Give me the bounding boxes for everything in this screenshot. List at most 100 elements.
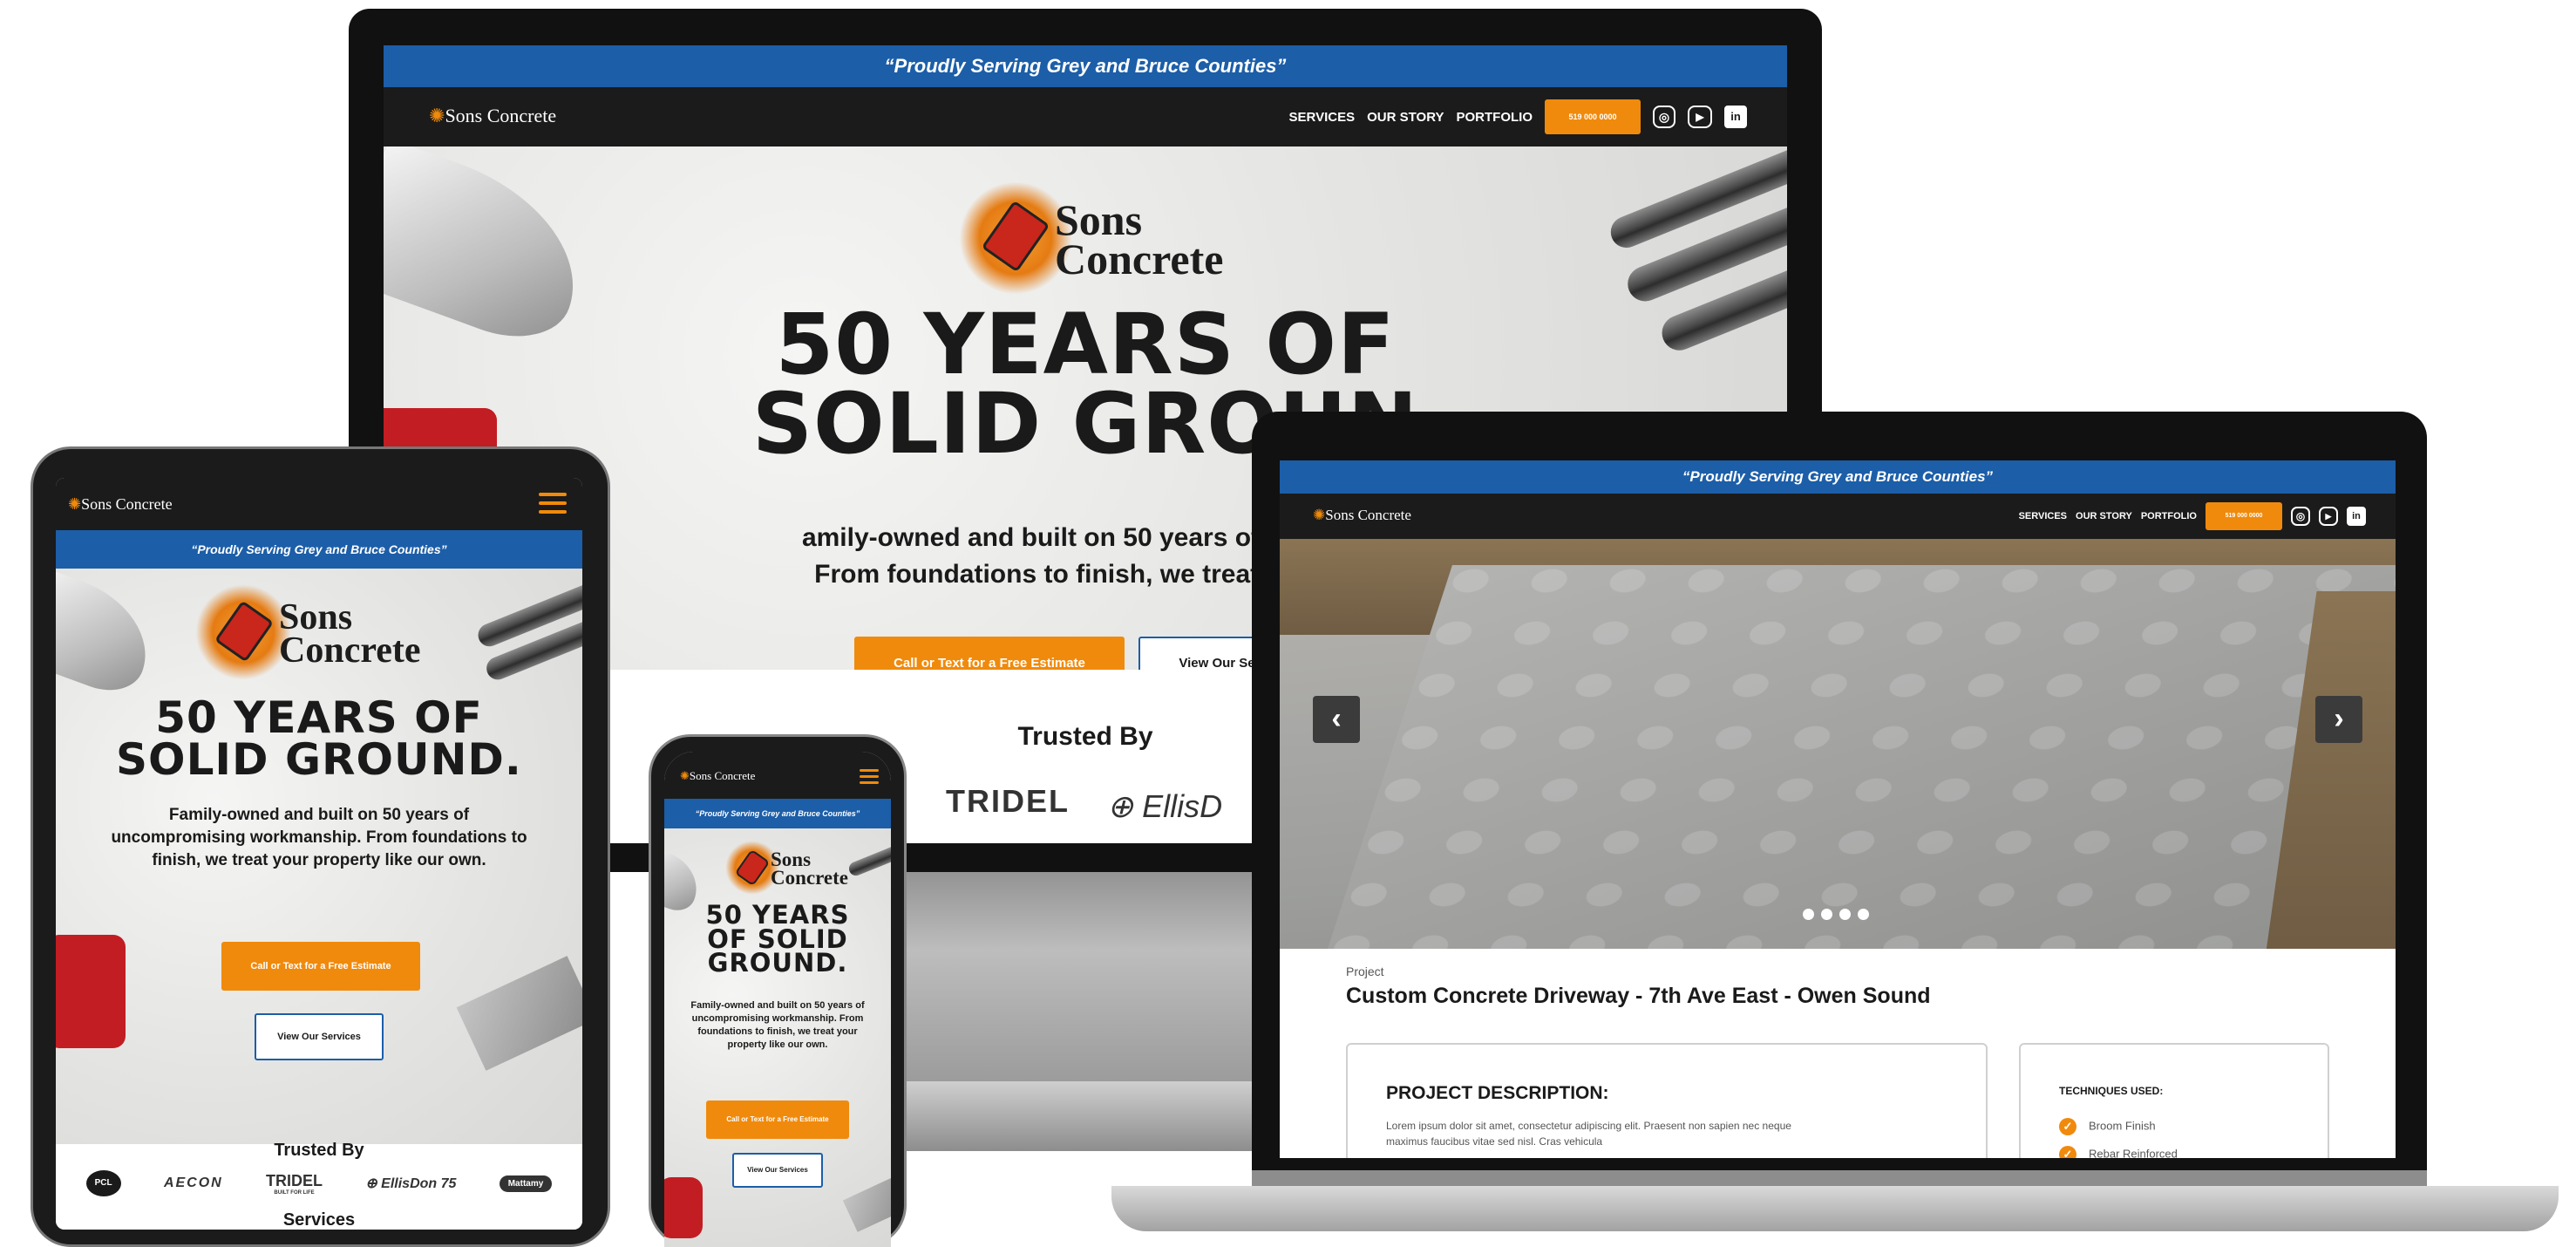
linkedin-icon[interactable]: in (2347, 507, 2366, 526)
youtube-icon[interactable]: ▶ (1688, 106, 1712, 128)
top-banner: “Proudly Serving Grey and Bruce Counties… (664, 799, 891, 828)
description-text: Lorem ipsum dolor sit amet, consectetur … (1386, 1120, 1791, 1148)
tool-image (664, 1177, 703, 1238)
ellisdon-logo: ⊕ EllisD (1107, 788, 1223, 824)
headline-line-2: SOLID GROUND. (116, 733, 522, 785)
top-banner: “Proudly Serving Grey and Bruce Counties… (56, 530, 582, 569)
carousel-prev-button[interactable]: ‹ (1313, 696, 1360, 743)
sun-icon: ✺ (429, 105, 445, 126)
hero-tagline: Family-owned and built on 50 years of un… (111, 806, 527, 869)
top-banner: “Proudly Serving Grey and Bruce Counties… (384, 45, 1787, 87)
float-tool-image (456, 956, 582, 1071)
ellisdon-label: EllisD (1142, 788, 1223, 824)
tridel-logo: TRIDEL BUILT FOR LIFE (266, 1172, 323, 1196)
phone-screen: ✺Sons Concrete “Proudly Serving Grey and… (664, 752, 891, 1247)
nav-logo[interactable]: ✺Sons Concrete (68, 495, 173, 514)
navbar: ✺Sons Concrete SERVICES OUR STORY PORTFO… (384, 87, 1787, 147)
phone-button[interactable]: 519 000 0000 (1545, 99, 1641, 134)
nav-services[interactable]: SERVICES (2019, 511, 2067, 521)
sun-icon: ✺ (1313, 507, 1326, 523)
hamburger-menu-icon[interactable] (539, 493, 567, 514)
carousel-dot[interactable] (1839, 909, 1851, 920)
tridel-sub-label: BUILT FOR LIFE (274, 1189, 315, 1196)
free-estimate-button[interactable]: Call or Text for a Free Estimate (221, 942, 420, 991)
tridel-label: TRIDEL (266, 1171, 323, 1189)
linkedin-icon[interactable]: in (1724, 106, 1747, 128)
logo-word-concrete: Concrete (771, 866, 848, 889)
hero-logo: Sons Concrete (195, 584, 448, 689)
nav-portfolio[interactable]: PORTFOLIO (2141, 511, 2197, 521)
project-label: Project (1346, 964, 1384, 978)
headline-line-3: GROUND. (707, 948, 848, 978)
float-tool-image (842, 1175, 891, 1232)
aecon-logo: AECON (163, 1175, 223, 1190)
mattamy-logo: Mattamy (499, 1175, 553, 1192)
hero-logo: Sons Concrete (725, 841, 856, 902)
hero-section: Sons Concrete 50 YEARS OF SOLID GROUND. … (664, 828, 891, 1247)
ellisdon-logo: ⊕ EllisDon 75 (365, 1176, 457, 1191)
nav-logo[interactable]: ✺Sons Concrete (1313, 507, 1411, 524)
instagram-icon[interactable]: ◎ (2291, 507, 2310, 526)
project-image-carousel[interactable]: ‹ › (1280, 539, 2396, 949)
nav-portfolio[interactable]: PORTFOLIO (1457, 110, 1533, 125)
phone-notch (731, 747, 826, 767)
nav-links: SERVICES OUR STORY PORTFOLIO 519 000 000… (1289, 99, 1747, 134)
project-title: Custom Concrete Driveway - 7th Ave East … (1346, 984, 1931, 1008)
phone-button[interactable]: 519 000 0000 (2206, 502, 2282, 530)
project-description-card: PROJECT DESCRIPTION: Lorem ipsum dolor s… (1346, 1043, 1988, 1158)
carousel-dots[interactable] (1803, 909, 1869, 920)
techniques-heading: TECHNIQUES USED: (2059, 1085, 2164, 1097)
nav-services[interactable]: SERVICES (1289, 110, 1356, 125)
ellisdon-label: EllisDon 75 (381, 1176, 457, 1191)
hero-tagline: Family-owned and built on 50 years of un… (690, 1000, 865, 1050)
headline-line-1: 50 YEARS OF (775, 296, 1396, 393)
laptop-hinge (1252, 1170, 2427, 1188)
hero-headline: 50 YEARS OF SOLID GROUND. (56, 692, 582, 785)
instagram-icon[interactable]: ◎ (1653, 106, 1675, 128)
top-banner: “Proudly Serving Grey and Bruce Counties… (1280, 460, 2396, 494)
tool-image (56, 935, 126, 1048)
view-services-button[interactable]: View Our Services (732, 1153, 823, 1188)
logo-word-concrete: Concrete (279, 630, 421, 671)
nav-our-story[interactable]: OUR STORY (1367, 110, 1444, 125)
carousel-dot[interactable] (1821, 909, 1832, 920)
technique-item: ✓ Broom Finish (2059, 1118, 2156, 1135)
nav-logo[interactable]: ✺Sons Concrete (680, 769, 755, 783)
nav-our-story[interactable]: OUR STORY (2076, 511, 2132, 521)
sun-icon: ✺ (68, 495, 82, 513)
view-services-button[interactable]: View Our Services (255, 1013, 384, 1060)
navbar: ✺Sons Concrete (56, 478, 582, 530)
nav-logo[interactable]: ✺Sons Concrete (429, 105, 556, 127)
trusted-section: Trusted By PCL AECON TRIDEL BUILT FOR LI… (56, 1141, 582, 1230)
services-heading: Services (282, 1210, 356, 1230)
carousel-dot[interactable] (1858, 909, 1869, 920)
logo-word-concrete: Concrete (1055, 235, 1224, 283)
trowel-image (56, 569, 165, 702)
bullet-icon: ✓ (2059, 1118, 2076, 1135)
hamburger-menu-icon[interactable] (860, 769, 879, 784)
hero-section: Sons Concrete 50 YEARS OF SOLID GROUND. … (56, 569, 582, 1144)
pcl-logo: PCL (85, 1170, 121, 1196)
trusted-logos: PCL AECON TRIDEL BUILT FOR LIFE ⊕ EllisD… (56, 1169, 582, 1198)
technique-item: ✓ Rebar Reinforced (2059, 1146, 2178, 1158)
carousel-next-button[interactable]: › (2315, 696, 2362, 743)
free-estimate-button[interactable]: Call or Text for a Free Estimate (706, 1100, 849, 1139)
description-heading: PROJECT DESCRIPTION: (1386, 1083, 1609, 1103)
trusted-title: Trusted By (274, 1141, 364, 1160)
laptop-base (1111, 1186, 2559, 1231)
sun-icon: ✺ (680, 769, 690, 782)
headline-line-1: 50 YEARS OF (155, 692, 483, 743)
technique-label: Broom Finish (2089, 1119, 2156, 1133)
bullet-icon: ✓ (2059, 1146, 2076, 1158)
free-estimate-button[interactable]: Call or Text for a Free Estimate (854, 637, 1125, 670)
laptop-screen: “Proudly Serving Grey and Bruce Counties… (1280, 460, 2396, 1158)
navbar: ✺Sons Concrete SERVICES OUR STORY PORTFO… (1280, 494, 2396, 539)
tridel-logo: TRIDEL (946, 783, 1070, 819)
techniques-card: TECHNIQUES USED: ✓ Broom Finish ✓ Rebar Re… (2019, 1043, 2329, 1158)
carousel-dot[interactable] (1803, 909, 1814, 920)
concrete-driveway-photo (1316, 565, 2396, 949)
tablet-screen: ✺Sons Concrete “Proudly Serving Grey and… (56, 478, 582, 1230)
youtube-icon[interactable]: ▶ (2319, 507, 2338, 526)
hero-headline: 50 YEARS OF SOLID GROUND. (664, 903, 891, 976)
technique-label: Rebar Reinforced (2089, 1147, 2178, 1158)
